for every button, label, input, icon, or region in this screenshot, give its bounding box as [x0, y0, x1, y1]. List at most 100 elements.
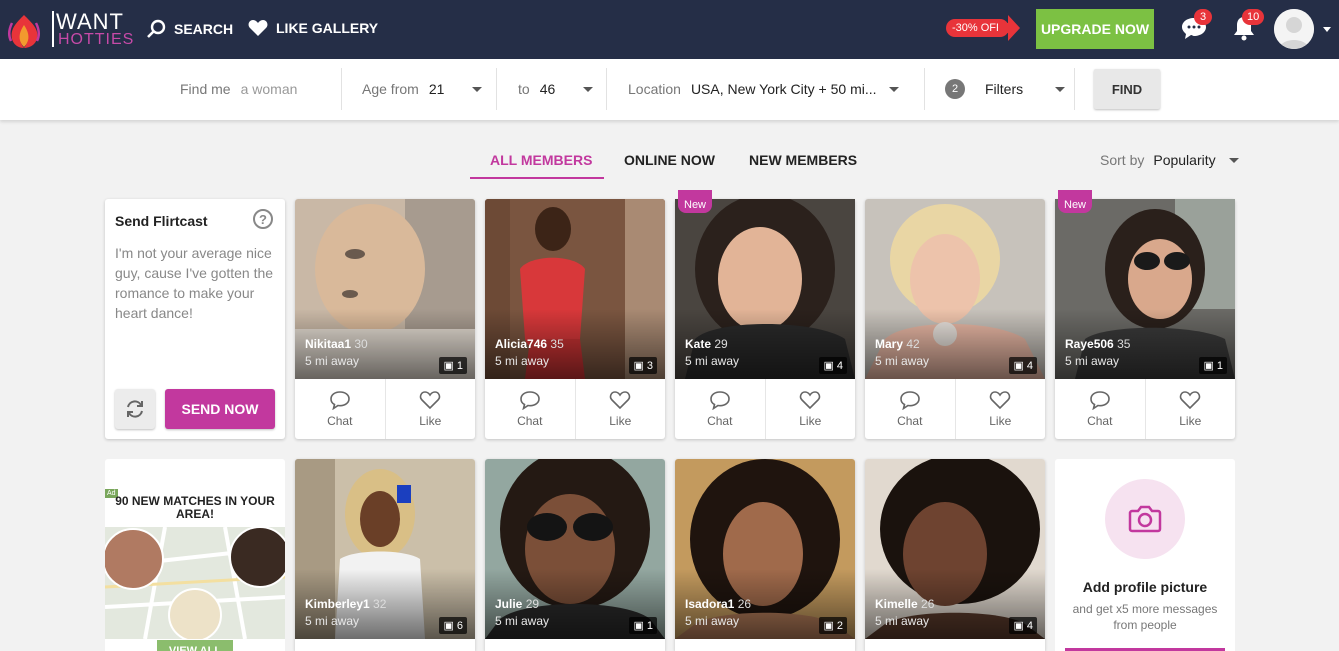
- member-name: Alicia746 35: [495, 337, 564, 351]
- member-photo[interactable]: Nikitaa1 30 5 mi away ▣ 1: [295, 199, 475, 379]
- like-label: Like: [1179, 414, 1202, 428]
- tab-all-members[interactable]: ALL MEMBERS: [490, 152, 592, 168]
- user-avatar[interactable]: [1274, 9, 1314, 49]
- photo-count-value: 6: [456, 619, 463, 632]
- member-photo[interactable]: Isadora1 26 5 mi away ▣ 2: [675, 459, 855, 639]
- tab-new-members[interactable]: NEW MEMBERS: [749, 152, 857, 168]
- sort-by-label: Sort by: [1100, 152, 1145, 168]
- chat-button[interactable]: Chat: [675, 379, 765, 439]
- chat-button[interactable]: Chat: [295, 379, 385, 439]
- top-navbar: WANT HOTTIES SEARCH LIKE GALLERY -30% OF…: [0, 0, 1339, 59]
- member-distance: 5 mi away: [495, 614, 550, 628]
- photo-count: ▣ 3: [629, 357, 657, 374]
- chat-icon: [1089, 391, 1110, 410]
- member-photo[interactable]: Mary 42 5 mi away ▣ 4: [865, 199, 1045, 379]
- upgrade-button[interactable]: UPGRADE NOW: [1036, 9, 1154, 49]
- heart-outline-icon: [1180, 391, 1201, 410]
- member-distance: 5 mi away: [495, 354, 550, 368]
- arrow-right-icon: [998, 15, 1020, 41]
- nav-like-gallery[interactable]: LIKE GALLERY: [248, 19, 378, 37]
- map-image: [105, 526, 285, 642]
- member-actions: Chat Like: [1055, 379, 1235, 439]
- member-name: Kimberley1 32: [305, 597, 386, 611]
- like-label: Like: [419, 414, 442, 428]
- refresh-message-button[interactable]: [115, 389, 155, 429]
- like-button[interactable]: Like: [1144, 379, 1236, 439]
- camera-icon: [1128, 505, 1162, 533]
- member-photo[interactable]: Julie 29 5 mi away ▣ 1: [485, 459, 665, 639]
- member-photo[interactable]: Kimberley1 32 5 mi away ▣ 6: [295, 459, 475, 639]
- age-to-select[interactable]: to 46: [518, 81, 594, 97]
- member-photo[interactable]: Kate 29 5 mi away ▣ 4: [675, 199, 855, 379]
- matches-ad-card[interactable]: Ad 90 NEW MATCHES IN YOUR AREA! VIEW ALL: [105, 459, 285, 651]
- photo-count-value: 1: [456, 359, 463, 372]
- account-menu-caret-icon[interactable]: [1323, 27, 1331, 32]
- like-button[interactable]: Like: [574, 379, 666, 439]
- like-button[interactable]: Like: [764, 379, 856, 439]
- chat-button[interactable]: Chat: [1055, 379, 1145, 439]
- flame-logo-icon: [7, 15, 41, 48]
- age-from-select[interactable]: Age from 21: [362, 81, 483, 97]
- member-photo[interactable]: Raye506 35 5 mi away ▣ 1: [1055, 199, 1235, 379]
- view-all-button[interactable]: VIEW ALL: [157, 640, 233, 651]
- chevron-down-icon: [888, 86, 899, 92]
- member-card[interactable]: Raye506 35 5 mi away ▣ 1 New Chat Like: [1055, 190, 1235, 439]
- filter-divider: [606, 68, 607, 110]
- flirtcast-message: I'm not your average nice guy, cause I'v…: [115, 245, 274, 321]
- tab-online-now[interactable]: ONLINE NOW: [624, 152, 715, 168]
- chat-button[interactable]: Chat: [865, 379, 955, 439]
- like-button[interactable]: Like: [384, 379, 476, 439]
- add-photo-button[interactable]: [1105, 479, 1185, 559]
- chat-button[interactable]: Chat: [485, 379, 575, 439]
- chat-icon: [899, 391, 920, 410]
- member-distance: 5 mi away: [875, 614, 930, 628]
- send-now-button[interactable]: SEND NOW: [165, 389, 275, 429]
- member-age: 42: [906, 337, 920, 351]
- member-card[interactable]: Julie 29 5 mi away ▣ 1: [485, 459, 665, 651]
- messages-badge: 3: [1194, 9, 1212, 25]
- chat-label: Chat: [897, 414, 923, 428]
- help-icon[interactable]: ?: [253, 209, 273, 229]
- sort-by-value: Popularity: [1153, 152, 1216, 168]
- member-name-text: Isadora1: [685, 597, 735, 611]
- filters-label: Filters: [985, 81, 1024, 97]
- find-button[interactable]: FIND: [1094, 69, 1160, 109]
- chat-label: Chat: [1087, 414, 1113, 428]
- member-name: Nikitaa1 30: [305, 337, 368, 351]
- add-profile-picture-card[interactable]: Add profile picture and get x5 more mess…: [1055, 459, 1235, 651]
- flirtcast-title: Send Flirtcast: [115, 213, 208, 229]
- notifications-button[interactable]: 10: [1230, 9, 1265, 44]
- chat-icon: [709, 391, 730, 410]
- member-card[interactable]: Mary 42 5 mi away ▣ 4 Chat Like: [865, 199, 1045, 439]
- refresh-icon: [127, 400, 143, 418]
- nav-search[interactable]: SEARCH: [146, 19, 233, 39]
- photo-count: ▣ 1: [629, 617, 657, 634]
- messages-button[interactable]: 3: [1180, 9, 1212, 44]
- member-card[interactable]: Kimberley1 32 5 mi away ▣ 6: [295, 459, 475, 651]
- location-select[interactable]: Location USA, New York City + 50 mi...: [628, 81, 899, 97]
- member-name-text: Kate: [685, 337, 712, 351]
- member-name: Mary 42: [875, 337, 920, 351]
- location-label: Location: [628, 81, 681, 97]
- heart-outline-icon: [610, 391, 631, 410]
- find-me-field[interactable]: Find me a woman: [180, 81, 297, 97]
- sort-by-select[interactable]: Sort by Popularity: [1100, 152, 1239, 168]
- member-card[interactable]: Kimelle 26 5 mi away ▣ 4: [865, 459, 1045, 651]
- age-to-value: 46: [539, 81, 556, 97]
- logo-divider: [52, 11, 54, 47]
- member-card[interactable]: Kate 29 5 mi away ▣ 4 New Chat Like: [675, 190, 856, 439]
- like-button[interactable]: Like: [954, 379, 1046, 439]
- member-photo[interactable]: Alicia746 35 5 mi away ▣ 3: [485, 199, 665, 379]
- member-card[interactable]: Isadora1 26 5 mi away ▣ 2: [675, 459, 855, 651]
- member-photo[interactable]: Kimelle 26 5 mi away ▣ 4: [865, 459, 1045, 639]
- location-value: USA, New York City + 50 mi...: [690, 81, 877, 97]
- heart-icon: [248, 20, 268, 36]
- member-card[interactable]: Alicia746 35 5 mi away ▣ 3 Chat Like: [485, 199, 665, 439]
- member-distance: 5 mi away: [685, 614, 740, 628]
- new-member-badge: New: [1058, 190, 1093, 213]
- heart-outline-icon: [800, 391, 821, 410]
- filters-select[interactable]: 2 Filters: [945, 79, 1066, 99]
- member-card[interactable]: Nikitaa1 30 5 mi away ▣ 1 Chat Like: [295, 199, 475, 439]
- photo-count-value: 1: [1216, 359, 1223, 372]
- logo[interactable]: WANT HOTTIES: [6, 9, 133, 49]
